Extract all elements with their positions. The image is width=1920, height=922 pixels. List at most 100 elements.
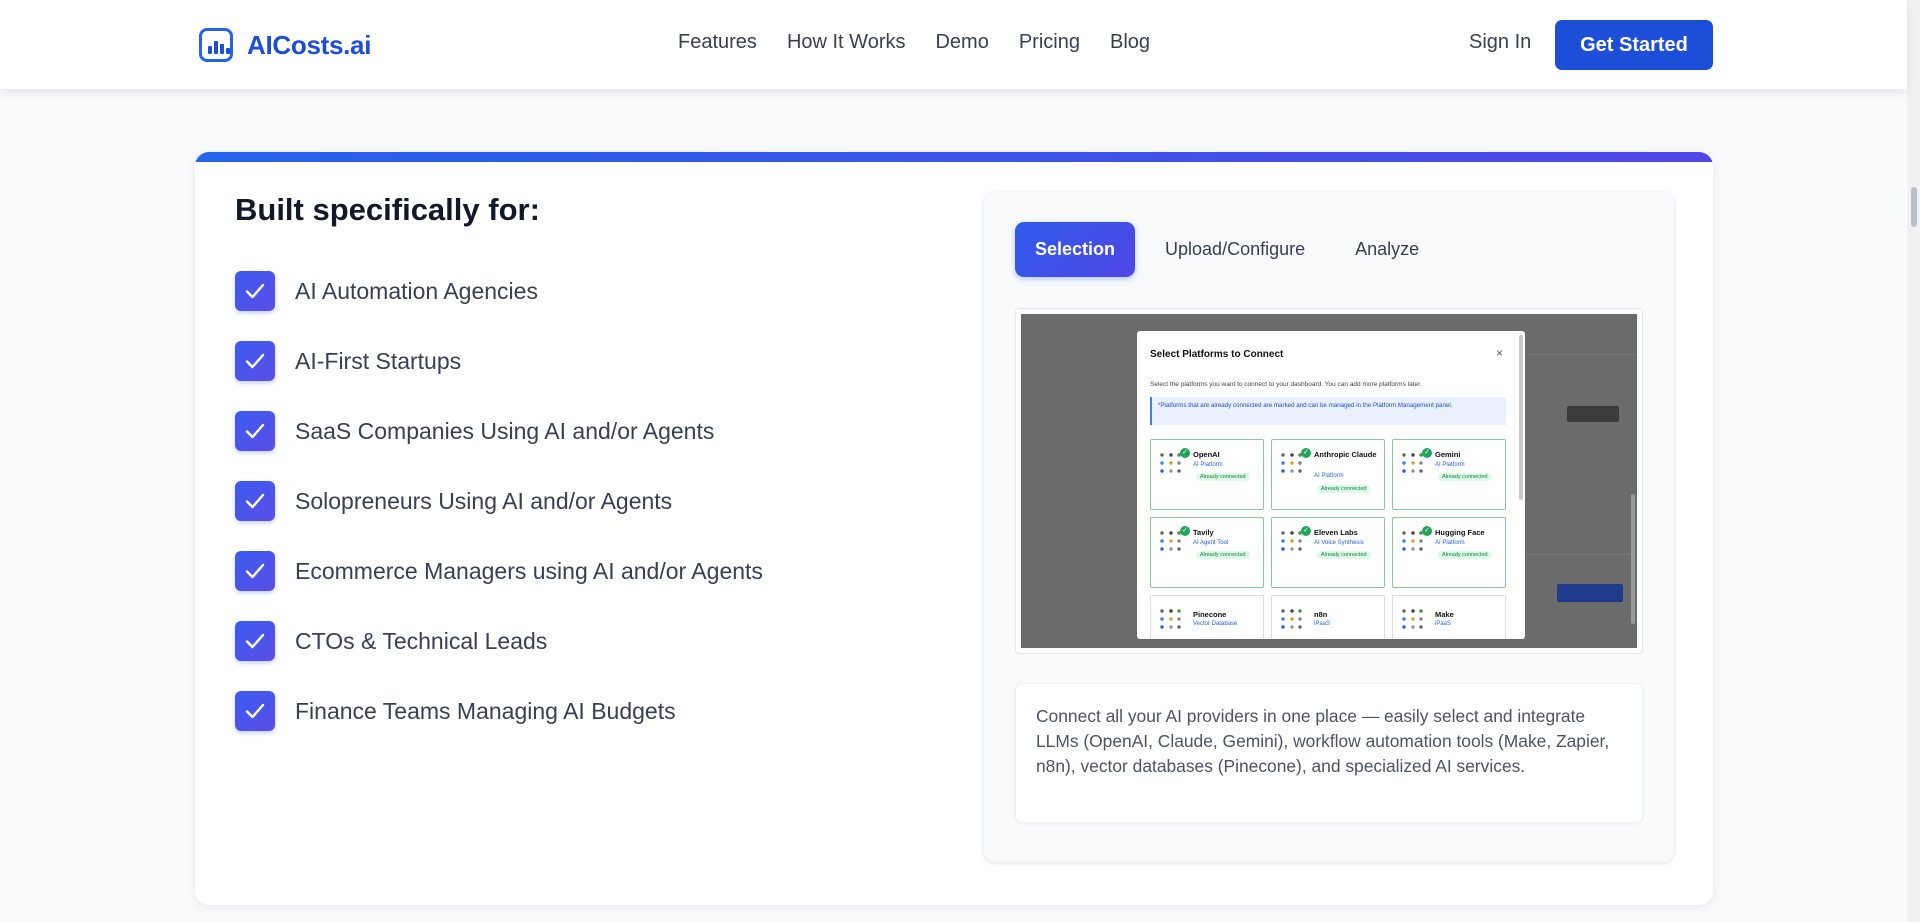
platform-name: Make	[1435, 610, 1454, 619]
modal-note: *Platforms that are already connected ar…	[1150, 397, 1506, 425]
page-scrollbar[interactable]	[1907, 0, 1920, 922]
audience-label: Solopreneurs Using AI and/or Agents	[295, 487, 673, 514]
list-item: Solopreneurs Using AI and/or Agents	[235, 481, 763, 521]
platform-card: ✓ Gemini AI Platform Already connected	[1392, 439, 1506, 510]
platform-card: ✓ Eleven Labs AI Voice Synthesis Already…	[1271, 517, 1385, 588]
platform-type: AI Platform	[1435, 462, 1465, 468]
demo-panel: Selection Upload/Configure Analyze Selec…	[984, 192, 1674, 862]
list-item: CTOs & Technical Leads	[235, 621, 763, 661]
tab-upload-configure[interactable]: Upload/Configure	[1145, 222, 1325, 277]
platform-type: AI Agent Tool	[1193, 540, 1229, 546]
status-badge: Already connected	[1438, 473, 1492, 481]
connected-check-icon: ✓	[1301, 448, 1311, 458]
platform-type: AI Voice Synthesis	[1314, 540, 1364, 546]
status-badge: Already connected	[1438, 551, 1492, 559]
list-item: Finance Teams Managing AI Budgets	[235, 691, 763, 731]
platform-name: OpenAI	[1193, 450, 1220, 459]
platform-type: Vector Database	[1193, 621, 1238, 627]
checkmark-icon	[235, 551, 275, 591]
list-item: AI Automation Agencies	[235, 271, 763, 311]
card-accent-bar	[195, 152, 1713, 162]
connected-check-icon: ✓	[1180, 526, 1190, 536]
get-started-button[interactable]: Get Started	[1555, 20, 1713, 70]
platform-card: ✓ Tavily AI Agent Tool Already connected	[1150, 517, 1264, 588]
section-title: Built specifically for:	[235, 192, 540, 227]
platform-icons	[1159, 452, 1183, 478]
platform-icons	[1401, 452, 1425, 478]
audience-label: CTOs & Technical Leads	[295, 627, 548, 654]
scrollbar-thumb[interactable]	[1911, 187, 1917, 227]
platform-name: Gemini	[1435, 450, 1461, 459]
platform-type: AI Platform	[1193, 462, 1223, 468]
status-badge: Already connected	[1196, 473, 1250, 481]
platform-icons	[1159, 608, 1183, 634]
platform-icons	[1401, 608, 1425, 634]
platform-select-modal: Select Platforms to Connect × Select the…	[1137, 331, 1525, 639]
nav-how-it-works[interactable]: How It Works	[787, 31, 906, 54]
platform-card: ✓ OpenAI AI Platform Already connected	[1150, 439, 1264, 510]
list-item: Ecommerce Managers using AI and/or Agent…	[235, 551, 763, 591]
tab-selection[interactable]: Selection	[1015, 222, 1136, 277]
platform-name: Anthropic Claude	[1314, 450, 1377, 459]
status-badge: Already connected	[1196, 551, 1250, 559]
checkmark-icon	[235, 411, 275, 451]
modal-title: Select Platforms to Connect	[1150, 349, 1284, 360]
platform-type: AI Platform	[1314, 473, 1344, 479]
logo-text: AICosts.ai	[247, 29, 372, 60]
connected-check-icon: ✓	[1422, 448, 1432, 458]
demo-screenshot: Select Platforms to Connect × Select the…	[1015, 308, 1643, 654]
nav-blog[interactable]: Blog	[1110, 31, 1150, 54]
platform-name: Hugging Face	[1435, 528, 1485, 537]
checkmark-icon	[235, 271, 275, 311]
nav-demo[interactable]: Demo	[935, 31, 988, 54]
tab-analyze[interactable]: Analyze	[1335, 222, 1439, 277]
close-icon: ×	[1495, 346, 1503, 360]
connected-check-icon: ✓	[1180, 448, 1190, 458]
platform-icons	[1280, 608, 1304, 634]
chart-logo-icon	[199, 28, 233, 62]
platform-icons	[1401, 530, 1425, 556]
checkmark-icon	[235, 621, 275, 661]
site-header: AICosts.ai Features How It Works Demo Pr…	[0, 0, 1907, 89]
screenshot-backdrop: Select Platforms to Connect × Select the…	[1021, 314, 1637, 648]
audience-label: Ecommerce Managers using AI and/or Agent…	[295, 557, 763, 584]
modal-subtitle: Select the platforms you want to connect…	[1150, 381, 1422, 388]
logo[interactable]: AICosts.ai	[199, 28, 371, 62]
platform-card: n8n iPaaS	[1271, 595, 1385, 639]
status-badge: Already connected	[1317, 485, 1371, 493]
platform-name: Eleven Labs	[1314, 528, 1358, 537]
platform-type: iPaaS	[1435, 621, 1452, 627]
audience-label: SaaS Companies Using AI and/or Agents	[295, 417, 715, 444]
checkmark-icon	[235, 341, 275, 381]
list-item: SaaS Companies Using AI and/or Agents	[235, 411, 763, 451]
connected-check-icon: ✓	[1422, 526, 1432, 536]
connected-check-icon: ✓	[1301, 526, 1311, 536]
platform-grid: ✓ OpenAI AI Platform Already connected ✓…	[1150, 439, 1506, 639]
platform-card: Pinecone Vector Database	[1150, 595, 1264, 639]
platform-card: ✓ Hugging Face AI Platform Already conne…	[1392, 517, 1506, 588]
audience-label: Finance Teams Managing AI Budgets	[295, 697, 676, 724]
platform-name: Tavily	[1193, 528, 1214, 537]
platform-icons	[1280, 452, 1304, 478]
sign-in-link[interactable]: Sign In	[1469, 31, 1531, 54]
audience-label: AI Automation Agencies	[295, 277, 538, 304]
platform-type: iPaaS	[1314, 621, 1331, 627]
platform-type: AI Platform	[1435, 540, 1465, 546]
nav-features[interactable]: Features	[678, 31, 757, 54]
checkmark-icon	[235, 481, 275, 521]
audience-card: Built specifically for: AI Automation Ag…	[195, 152, 1713, 905]
platform-name: Pinecone	[1193, 610, 1227, 619]
checkmark-icon	[235, 691, 275, 731]
audience-label: AI-First Startups	[295, 347, 462, 374]
demo-description: Connect all your AI providers in one pla…	[1015, 683, 1643, 823]
audience-list: AI Automation Agencies AI-First Startups…	[235, 271, 763, 761]
demo-tabs: Selection Upload/Configure Analyze	[1015, 222, 1439, 277]
platform-card: ✓ Anthropic Claude AI Platform Already c…	[1271, 439, 1385, 510]
list-item: AI-First Startups	[235, 341, 763, 381]
status-badge: Already connected	[1317, 551, 1371, 559]
platform-icons	[1280, 530, 1304, 556]
platform-name: n8n	[1314, 610, 1328, 619]
main-nav: Features How It Works Demo Pricing Blog	[678, 31, 1150, 54]
nav-pricing[interactable]: Pricing	[1019, 31, 1080, 54]
platform-card: Make iPaaS	[1392, 595, 1506, 639]
